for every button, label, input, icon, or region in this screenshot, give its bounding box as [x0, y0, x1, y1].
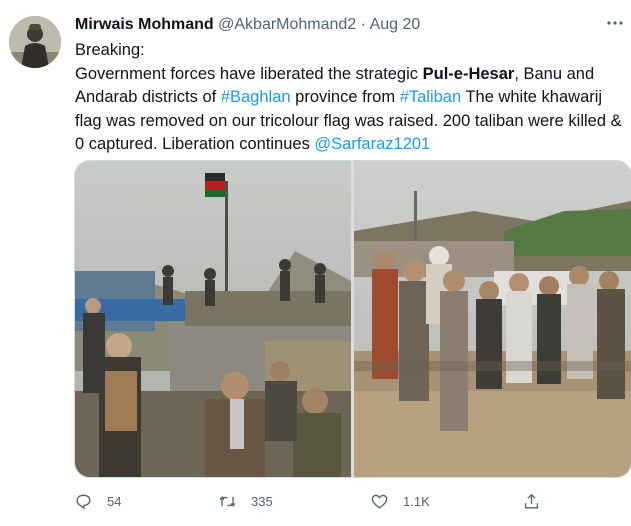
tweet-line: Government forces have liberated the str… — [75, 63, 630, 87]
tweet-text-segment: Breaking: — [75, 41, 145, 59]
author-name[interactable]: Mirwais Mohmand — [75, 16, 214, 33]
header-separator: · — [360, 16, 367, 33]
retweet-icon — [219, 495, 236, 507]
hashtag-baghlan[interactable]: #Baghlan — [221, 88, 291, 106]
tweet-line: Breaking: — [75, 39, 630, 63]
tweet-card[interactable]: Mirwais Mohmand @AkbarMohmand2 · Aug 20 … — [0, 0, 631, 526]
avatar-image — [9, 16, 61, 68]
tweet-header: Mirwais Mohmand @AkbarMohmand2 · Aug 20 — [75, 14, 420, 36]
tweet-line: flag was removed on our tricolour flag w… — [75, 110, 630, 134]
photo-right[interactable] — [354, 161, 631, 477]
tweet-text-segment: , Banu and — [514, 64, 595, 83]
reply-button[interactable]: 54 — [74, 488, 121, 514]
like-button[interactable]: 1.1K — [370, 488, 430, 514]
author-handle[interactable]: @AkbarMohmand2 — [218, 16, 356, 33]
photo-left[interactable] — [75, 161, 351, 477]
tweet-line: Andarab districts of #Baghlan province f… — [75, 86, 630, 110]
hashtag-taliban[interactable]: #Taliban — [400, 88, 461, 106]
tweet-text-segment: 0 captured. Liberation continues — [75, 135, 315, 153]
tweet-text-segment: flag was removed on our tricolour flag w… — [75, 111, 622, 130]
heart-icon — [371, 494, 388, 509]
share-icon — [524, 493, 539, 509]
mention-link[interactable]: @Sarfaraz1201 — [314, 135, 430, 153]
tweet-text-segment: The white khawarij — [461, 88, 603, 106]
retweet-count: 335 — [251, 493, 273, 509]
bold-place-name: Pul-e-Hesar — [422, 64, 515, 83]
retweet-button[interactable]: 335 — [218, 488, 273, 514]
tweet-line: 0 captured. Liberation continues @Sarfar… — [75, 133, 630, 157]
tweet-date[interactable]: Aug 20 — [370, 16, 421, 33]
tweet-text-segment: Government forces have liberated the str… — [75, 64, 423, 83]
tweet-text-segment: province from — [290, 88, 400, 106]
tweet-text-segment: Andarab districts of — [75, 88, 221, 106]
like-count: 1.1K — [403, 493, 430, 509]
more-icon[interactable] — [603, 13, 627, 37]
reply-icon — [76, 493, 91, 510]
avatar[interactable] — [9, 16, 61, 68]
reply-count: 54 — [107, 493, 122, 509]
media-container — [74, 160, 631, 478]
share-button[interactable] — [522, 488, 541, 514]
tweet-text: Breaking: Government forces have liberat… — [75, 39, 630, 157]
action-bar: 54 335 1.1K — [74, 488, 630, 514]
